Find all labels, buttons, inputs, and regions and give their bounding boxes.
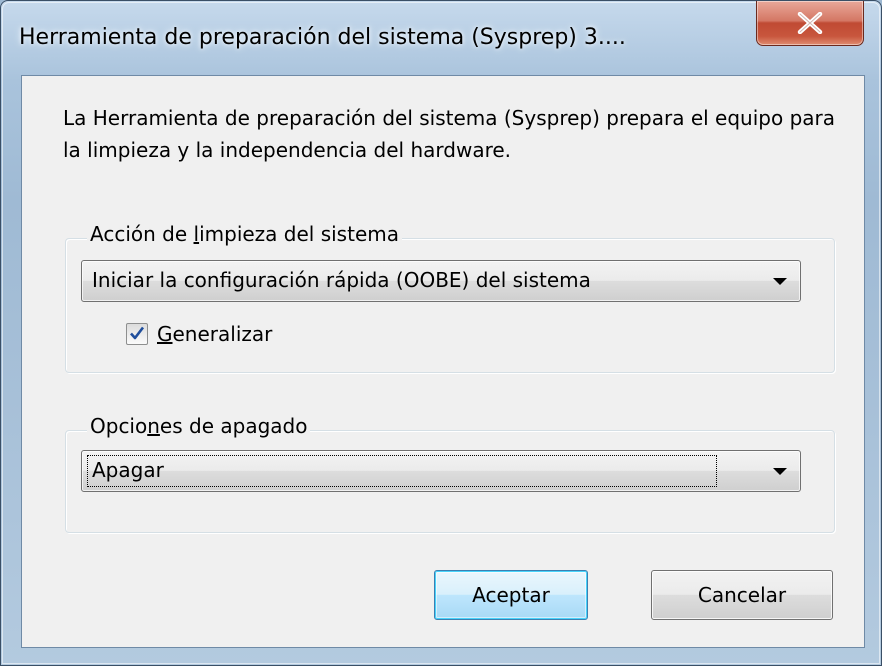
close-icon: [797, 12, 823, 34]
window-title: Herramienta de preparación del sistema (…: [19, 25, 626, 50]
chevron-down-icon: [773, 468, 787, 475]
shutdown-option-value: Apagar: [92, 458, 164, 482]
dialog-description: La Herramienta de preparación del sistem…: [63, 106, 836, 162]
dialog-client-area: La Herramienta de preparación del sistem…: [21, 75, 865, 648]
chevron-down-icon: [773, 278, 787, 285]
checkmark-icon: [130, 326, 145, 340]
cleanup-action-group: Acción de limpieza del sistema Iniciar l…: [65, 222, 835, 373]
cleanup-action-dropdown[interactable]: Iniciar la configuración rápida (OOBE) d…: [81, 260, 801, 302]
generalize-checkbox-row[interactable]: Generalizar: [126, 322, 272, 346]
cleanup-action-value: Iniciar la configuración rápida (OOBE) d…: [92, 268, 591, 292]
focus-rectangle: [87, 455, 717, 487]
generalize-label: Generalizar: [157, 322, 273, 346]
cancel-button[interactable]: Cancelar: [651, 570, 833, 620]
shutdown-options-label: Opciones de apagado: [87, 414, 311, 438]
ok-button[interactable]: Aceptar: [434, 570, 588, 620]
cleanup-action-label: Acción de limpieza del sistema: [87, 222, 402, 246]
close-button[interactable]: [756, 1, 864, 46]
dialog-window: Herramienta de preparación del sistema (…: [0, 0, 882, 666]
shutdown-options-dropdown[interactable]: Apagar: [81, 450, 801, 492]
shutdown-options-group: Opciones de apagado Apagar: [65, 414, 835, 533]
generalize-checkbox[interactable]: [126, 323, 148, 345]
